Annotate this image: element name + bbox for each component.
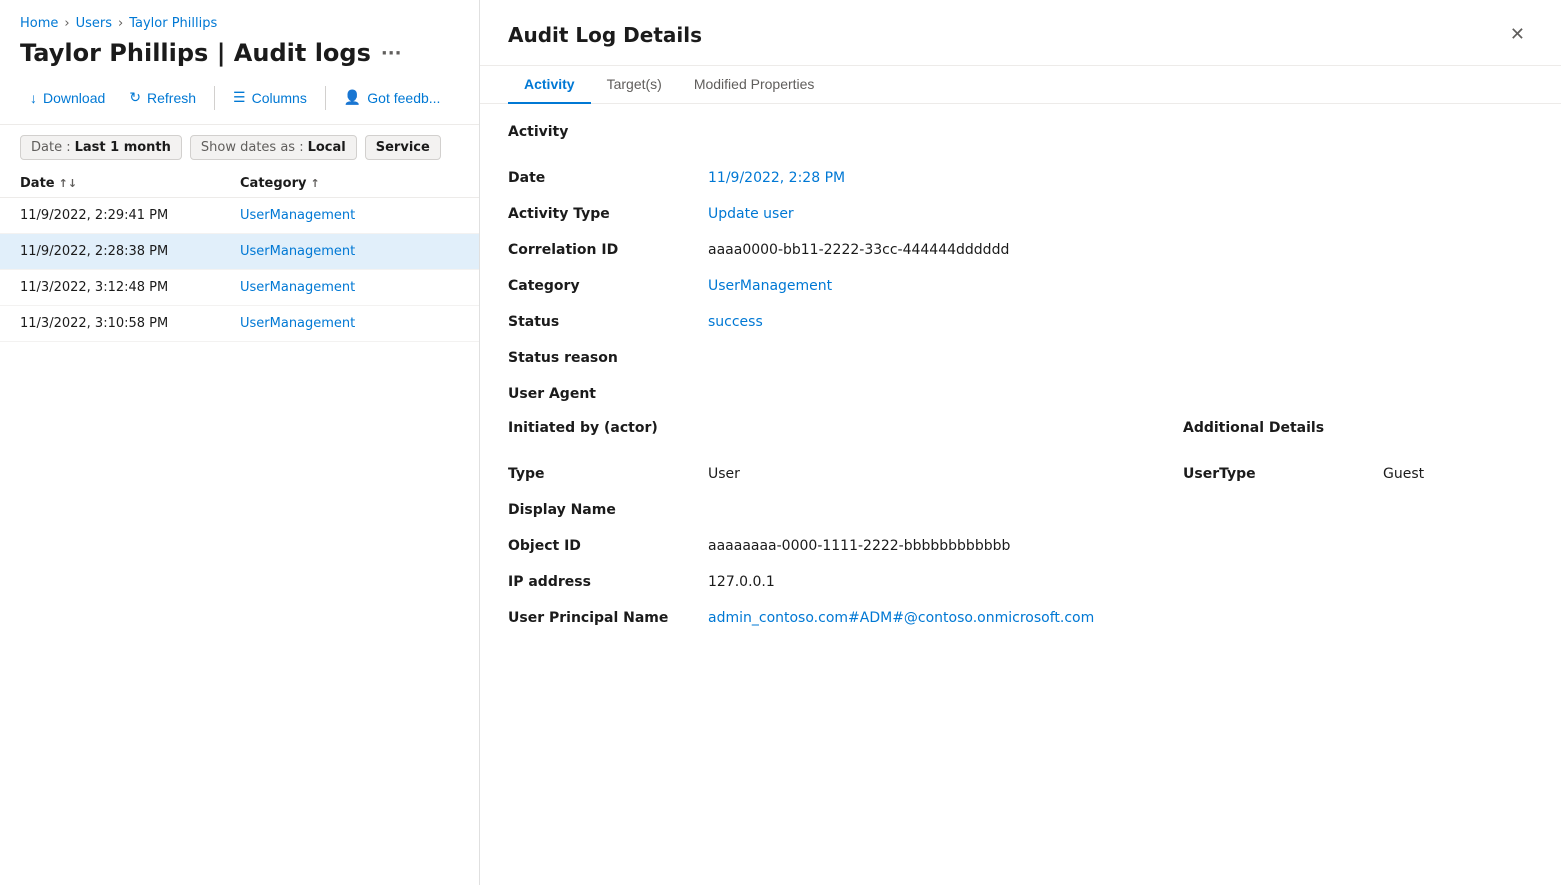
breadcrumb-home[interactable]: Home [20, 16, 58, 31]
toolbar: ↓ Download ↻ Refresh ☰ Columns 👤 Got fee… [0, 83, 479, 125]
toolbar-separator-2 [325, 86, 326, 110]
service-filter-value: Service [376, 140, 430, 155]
activity-detail-grid: Date 11/9/2022, 2:28 PM Activity Type Up… [508, 160, 1533, 412]
additional-details-section: Additional Details UserType Guest [1183, 420, 1533, 644]
row-category: UserManagement [240, 208, 459, 223]
dates-format-label: Show dates as : [201, 140, 304, 155]
table-row[interactable]: 11/3/2022, 3:10:58 PM UserManagement [0, 306, 479, 342]
object-id-label: Object ID [508, 528, 708, 564]
close-panel-button[interactable]: ✕ [1502, 20, 1533, 49]
display-name-value [708, 492, 1143, 528]
date-filter-label: Date : [31, 140, 71, 155]
row-date: 11/9/2022, 2:29:41 PM [20, 208, 240, 223]
upn-value: admin_contoso.com#ADM#@contoso.onmicroso… [708, 600, 1143, 636]
refresh-icon: ↻ [129, 89, 141, 106]
ip-address-value: 127.0.0.1 [708, 564, 1143, 600]
correlation-id-label: Correlation ID [508, 232, 708, 268]
panel-header: Audit Log Details ✕ [480, 0, 1561, 66]
filter-bar: Date : Last 1 month Show dates as : Loca… [0, 125, 479, 170]
additional-details-title: Additional Details [1183, 420, 1533, 440]
row-date: 11/9/2022, 2:28:38 PM [20, 244, 240, 259]
additional-detail-grid: UserType Guest [1183, 456, 1533, 492]
row-category: UserManagement [240, 244, 459, 259]
upn-label: User Principal Name [508, 600, 708, 636]
breadcrumb-sep1: › [64, 16, 69, 31]
two-column-section: Initiated by (actor) Type User Display N… [508, 420, 1533, 644]
user-agent-label: User Agent [508, 376, 708, 412]
row-date: 11/3/2022, 3:12:48 PM [20, 280, 240, 295]
refresh-label: Refresh [147, 90, 196, 106]
dates-format-value: Local [308, 140, 346, 155]
date-value: 11/9/2022, 2:28 PM [708, 160, 1533, 196]
activity-type-label: Activity Type [508, 196, 708, 232]
panel-title: Audit Log Details [508, 23, 702, 47]
col-date-header[interactable]: Date ↑↓ [20, 176, 240, 191]
dates-format-filter-chip[interactable]: Show dates as : Local [190, 135, 357, 160]
table-row[interactable]: 11/9/2022, 2:29:41 PM UserManagement [0, 198, 479, 234]
table-row[interactable]: 11/3/2022, 3:12:48 PM UserManagement [0, 270, 479, 306]
columns-label: Columns [252, 90, 307, 106]
right-panel: Audit Log Details ✕ Activity Target(s) M… [480, 0, 1561, 885]
toolbar-separator-1 [214, 86, 215, 110]
download-icon: ↓ [30, 90, 37, 106]
user-type-label: UserType [1183, 456, 1383, 492]
date-filter-chip[interactable]: Date : Last 1 month [20, 135, 182, 160]
initiated-by-title: Initiated by (actor) [508, 420, 1143, 440]
correlation-id-value: aaaa0000-bb11-2222-33cc-444444dddddd [708, 232, 1533, 268]
feedback-icon: 👤 [344, 89, 361, 106]
service-filter-chip[interactable]: Service [365, 135, 441, 160]
refresh-button[interactable]: ↻ Refresh [119, 83, 206, 112]
panel-body: Activity Date 11/9/2022, 2:28 PM Activit… [480, 104, 1561, 885]
col-category-label: Category [240, 176, 306, 191]
date-label: Date [508, 160, 708, 196]
feedback-label: Got feedb... [367, 90, 440, 106]
actor-detail-grid: Type User Display Name Object ID aaaaaaa… [508, 456, 1143, 636]
more-options-icon[interactable]: ··· [381, 43, 402, 64]
feedback-button[interactable]: 👤 Got feedb... [334, 83, 451, 112]
page-title: Taylor Phillips | Audit logs [20, 39, 371, 67]
table-row[interactable]: 11/9/2022, 2:28:38 PM UserManagement [0, 234, 479, 270]
object-id-value: aaaaaaaa-0000-1111-2222-bbbbbbbbbbbb [708, 528, 1143, 564]
breadcrumb-sep2: › [118, 16, 123, 31]
row-category: UserManagement [240, 280, 459, 295]
breadcrumb-users[interactable]: Users [76, 16, 112, 31]
activity-section-title: Activity [508, 124, 1533, 144]
user-type-value: Guest [1383, 456, 1533, 492]
col-category-header[interactable]: Category ↑ [240, 176, 459, 191]
columns-button[interactable]: ☰ Columns [223, 83, 317, 112]
category-label: Category [508, 268, 708, 304]
display-name-label: Display Name [508, 492, 708, 528]
download-button[interactable]: ↓ Download [20, 84, 115, 112]
status-value: success [708, 304, 1533, 340]
actor-type-label: Type [508, 456, 708, 492]
tab-modified-properties[interactable]: Modified Properties [678, 66, 831, 104]
table-body: 11/9/2022, 2:29:41 PM UserManagement 11/… [0, 198, 479, 885]
breadcrumb: Home › Users › Taylor Phillips [0, 16, 479, 39]
user-agent-value [708, 376, 1533, 412]
activity-type-value: Update user [708, 196, 1533, 232]
row-date: 11/3/2022, 3:10:58 PM [20, 316, 240, 331]
category-value: UserManagement [708, 268, 1533, 304]
status-reason-value [708, 340, 1533, 376]
breadcrumb-user[interactable]: Taylor Phillips [129, 16, 217, 31]
tab-activity[interactable]: Activity [508, 66, 591, 104]
left-panel: Home › Users › Taylor Phillips Taylor Ph… [0, 0, 480, 885]
status-label: Status [508, 304, 708, 340]
actor-type-value: User [708, 456, 1143, 492]
col-date-label: Date [20, 176, 55, 191]
status-reason-label: Status reason [508, 340, 708, 376]
sort-category-icon: ↑ [310, 177, 319, 190]
row-category: UserManagement [240, 316, 459, 331]
ip-address-label: IP address [508, 564, 708, 600]
sort-date-icon: ↑↓ [59, 177, 77, 190]
table-header: Date ↑↓ Category ↑ [0, 170, 479, 198]
page-title-container: Taylor Phillips | Audit logs ··· [0, 39, 479, 83]
initiated-by-section: Initiated by (actor) Type User Display N… [508, 420, 1143, 644]
panel-tabs: Activity Target(s) Modified Properties [480, 66, 1561, 104]
download-label: Download [43, 90, 105, 106]
tab-targets[interactable]: Target(s) [591, 66, 678, 104]
columns-icon: ☰ [233, 89, 246, 106]
date-filter-value: Last 1 month [75, 140, 171, 155]
